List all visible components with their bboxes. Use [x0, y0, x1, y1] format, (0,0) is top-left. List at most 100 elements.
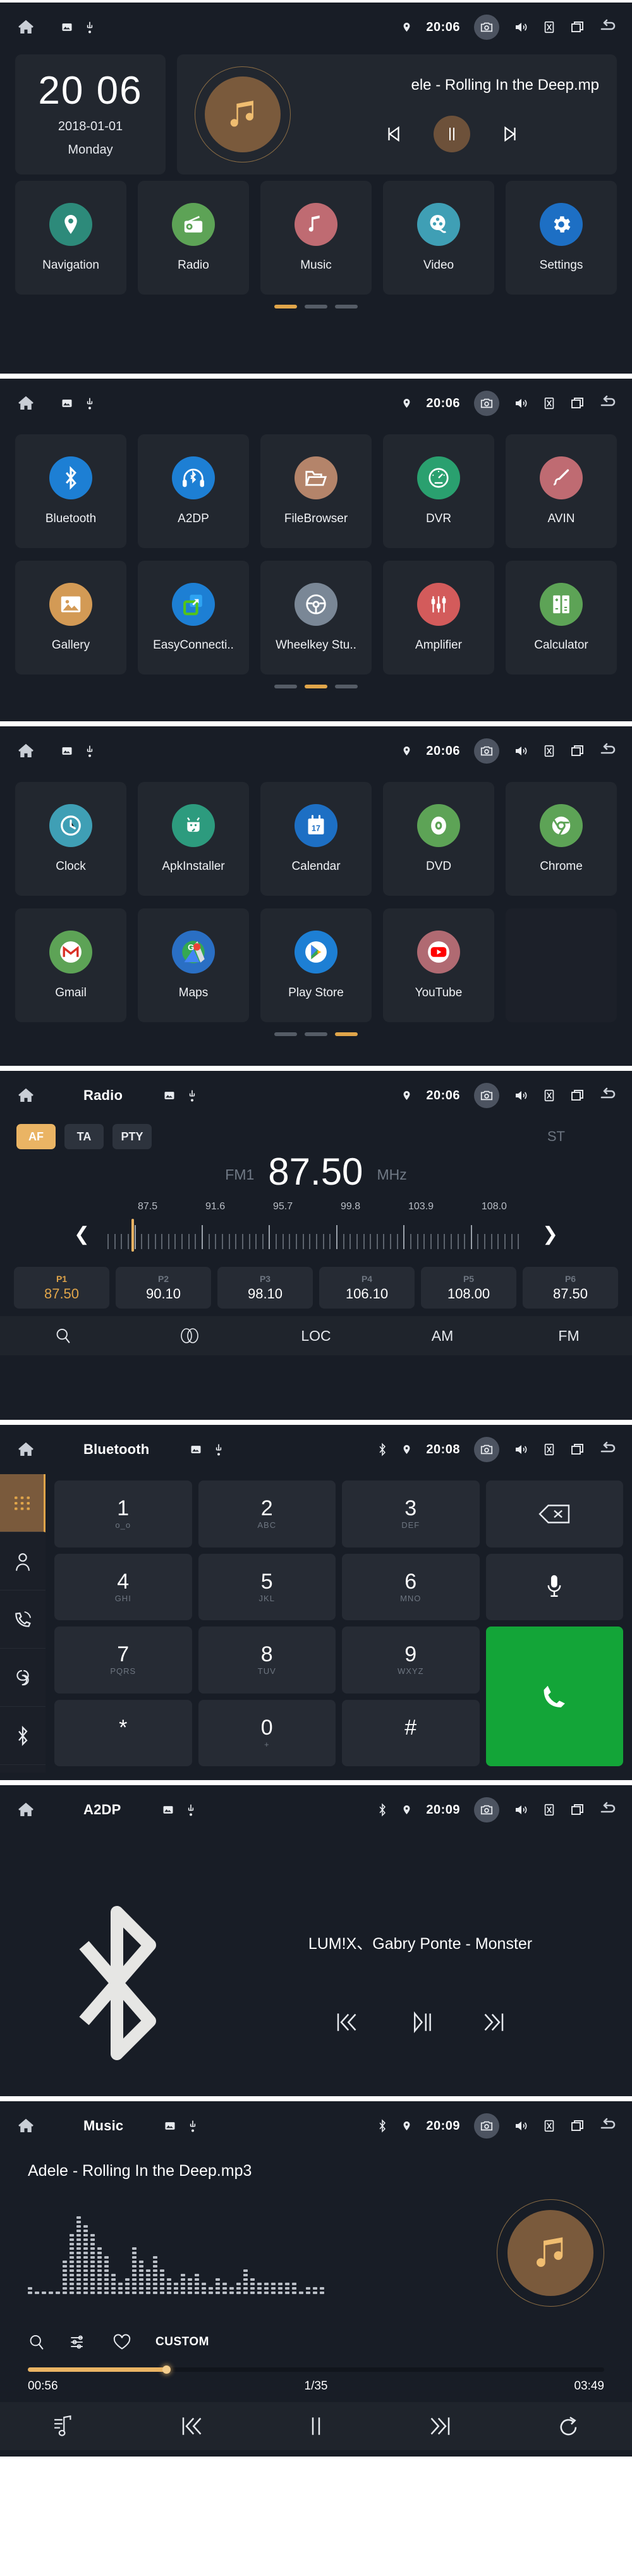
app-filebrowser[interactable]: FileBrowser	[260, 434, 372, 548]
preset-p4[interactable]: P4 106.10	[319, 1267, 415, 1309]
page-dot[interactable]	[335, 305, 358, 308]
page-dot[interactable]	[305, 1032, 327, 1036]
sidebar-item-call-log[interactable]	[0, 1590, 46, 1649]
app-wheelkey-study[interactable]: Wheelkey Stu..	[260, 561, 372, 675]
app-easyconnection[interactable]: EasyConnecti..	[138, 561, 249, 675]
sidebar-item-contacts[interactable]	[0, 1532, 46, 1590]
page-dot[interactable]	[305, 685, 327, 688]
chevron-right-icon[interactable]: ❯	[533, 1223, 567, 1245]
key-8[interactable]: 8 TUV	[198, 1627, 336, 1694]
home-icon[interactable]	[16, 742, 35, 760]
key-7[interactable]: 7 PQRS	[54, 1627, 192, 1694]
recents-icon[interactable]	[570, 1442, 585, 1457]
mute-icon[interactable]	[542, 1442, 556, 1457]
radio-stereo-button[interactable]	[126, 1327, 253, 1345]
app-apkinstaller[interactable]: ApkInstaller	[138, 782, 249, 896]
camera-icon[interactable]	[474, 2113, 499, 2139]
key-2[interactable]: 2 ABC	[198, 1480, 336, 1547]
pause-icon[interactable]	[434, 116, 470, 152]
music-seek-bar[interactable]	[28, 2365, 604, 2374]
volume-icon[interactable]	[513, 743, 528, 759]
camera-icon[interactable]	[474, 1437, 499, 1462]
key-backspace[interactable]	[485, 1480, 623, 1547]
app-amplifier[interactable]: Amplifier	[383, 561, 494, 675]
preset-p2[interactable]: P2 90.10	[116, 1267, 211, 1309]
radio-fm-button[interactable]: FM	[506, 1328, 632, 1345]
prev-track-icon[interactable]	[332, 2010, 357, 2035]
app-video[interactable]: Video	[383, 181, 494, 295]
back-icon[interactable]	[599, 19, 618, 35]
preset-p1[interactable]: P1 87.50	[14, 1267, 109, 1309]
mute-icon[interactable]	[542, 396, 556, 411]
music-search-button[interactable]	[28, 2333, 46, 2351]
app-chrome[interactable]: Chrome	[506, 782, 617, 896]
preset-p6[interactable]: P6 87.50	[523, 1267, 618, 1309]
home-icon[interactable]	[16, 2116, 35, 2135]
now-playing-widget[interactable]: ele - Rolling In the Deep.mp	[177, 54, 617, 174]
radio-loc-button[interactable]: LOC	[253, 1328, 379, 1345]
app-gallery[interactable]: Gallery	[15, 561, 126, 675]
key-0[interactable]: 0 +	[198, 1699, 336, 1766]
volume-icon[interactable]	[513, 1802, 528, 1817]
home-icon[interactable]	[16, 18, 35, 37]
home-icon[interactable]	[16, 394, 35, 413]
music-equalizer-button[interactable]	[70, 2334, 88, 2350]
chip-pty[interactable]: PTY	[112, 1124, 152, 1149]
prev-icon[interactable]	[384, 125, 403, 143]
key-star[interactable]: *	[54, 1699, 192, 1766]
sidebar-item-sync[interactable]	[0, 1649, 46, 1707]
next-icon[interactable]	[501, 125, 520, 143]
key-4[interactable]: 4 GHI	[54, 1553, 192, 1620]
page-dot[interactable]	[274, 305, 297, 308]
mute-icon[interactable]	[542, 1802, 556, 1817]
clock-widget[interactable]: 20 06 2018-01-01 Monday	[15, 54, 166, 174]
back-icon[interactable]	[599, 395, 618, 412]
back-icon[interactable]	[599, 1802, 618, 1818]
mute-icon[interactable]	[542, 20, 556, 35]
recents-icon[interactable]	[570, 1802, 585, 1817]
music-custom-label[interactable]: CUSTOM	[155, 2335, 209, 2349]
app-play-store[interactable]: Play Store	[260, 908, 372, 1022]
volume-icon[interactable]	[513, 1088, 528, 1103]
sidebar-item-bluetooth-settings[interactable]	[0, 1707, 46, 1765]
back-icon[interactable]	[599, 743, 618, 759]
chevron-left-icon[interactable]: ❮	[65, 1223, 99, 1245]
key-mic[interactable]	[485, 1553, 623, 1620]
next-track-icon[interactable]	[483, 2010, 509, 2035]
back-icon[interactable]	[599, 2118, 618, 2134]
key-3[interactable]: 3 DEF	[342, 1480, 480, 1547]
page-dot[interactable]	[305, 305, 327, 308]
radio-am-button[interactable]: AM	[379, 1328, 506, 1345]
home-icon[interactable]	[16, 1800, 35, 1819]
call-button[interactable]	[485, 1627, 623, 1766]
app-gmail[interactable]: Gmail	[15, 908, 126, 1022]
app-radio[interactable]: Radio	[138, 181, 249, 295]
app-avin[interactable]: AVIN	[506, 434, 617, 548]
sidebar-item-dialpad[interactable]	[0, 1474, 46, 1532]
key-6[interactable]: 6 MNO	[342, 1553, 480, 1620]
tuning-scale[interactable]: 87.5 91.6 95.7 99.8 103.9 108.0 ❮ ❯	[14, 1201, 618, 1262]
app-a2dp[interactable]: A2DP	[138, 434, 249, 548]
app-clock[interactable]: Clock	[15, 782, 126, 896]
camera-icon[interactable]	[474, 738, 499, 764]
app-dvr[interactable]: DVR	[383, 434, 494, 548]
camera-icon[interactable]	[474, 1083, 499, 1108]
music-next-button[interactable]	[379, 2414, 506, 2439]
page-dot[interactable]	[335, 685, 358, 688]
recents-icon[interactable]	[570, 396, 585, 411]
key-1[interactable]: 1 o_o	[54, 1480, 192, 1547]
page-dot[interactable]	[274, 685, 297, 688]
camera-icon[interactable]	[474, 1797, 499, 1822]
music-prev-button[interactable]	[126, 2414, 253, 2439]
app-dvd[interactable]: DVD	[383, 782, 494, 896]
page-dot[interactable]	[335, 1032, 358, 1036]
recents-icon[interactable]	[570, 1088, 585, 1103]
mute-icon[interactable]	[542, 2118, 556, 2133]
recents-icon[interactable]	[570, 743, 585, 759]
back-icon[interactable]	[599, 1087, 618, 1104]
app-calculator[interactable]: Calculator	[506, 561, 617, 675]
app-settings[interactable]: Settings	[506, 181, 617, 295]
app-maps[interactable]: G Maps	[138, 908, 249, 1022]
app-bluetooth[interactable]: Bluetooth	[15, 434, 126, 548]
volume-icon[interactable]	[513, 20, 528, 35]
